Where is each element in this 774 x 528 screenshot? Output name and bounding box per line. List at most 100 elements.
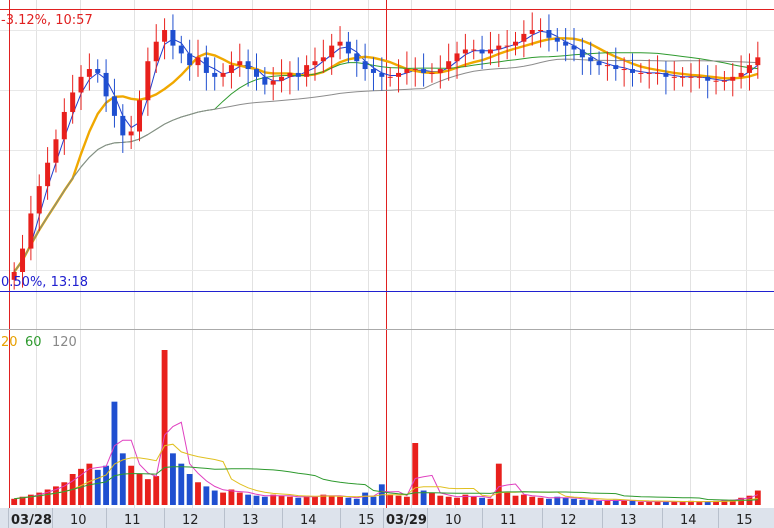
candle-body bbox=[287, 72, 293, 77]
candle-body bbox=[36, 186, 42, 214]
candle-body bbox=[621, 69, 627, 71]
candle-body bbox=[237, 61, 243, 66]
candle-body bbox=[529, 30, 535, 34]
candle-body bbox=[370, 69, 376, 73]
volume-bar bbox=[479, 497, 486, 505]
volume-bar bbox=[186, 474, 193, 505]
volume-bar bbox=[429, 492, 435, 505]
candle-body bbox=[170, 30, 176, 46]
volume-bar bbox=[220, 492, 226, 505]
candle-body bbox=[596, 61, 602, 66]
candle-body bbox=[220, 72, 226, 77]
candle-body bbox=[629, 69, 635, 73]
volume-bar bbox=[520, 494, 527, 505]
candle-body bbox=[86, 69, 92, 77]
candle-body bbox=[429, 72, 435, 74]
volume-bar bbox=[646, 501, 653, 505]
candle-body bbox=[680, 76, 686, 78]
candle-body bbox=[362, 61, 368, 70]
candle-body bbox=[61, 111, 67, 140]
volume-bar bbox=[178, 463, 185, 505]
x-tick-label: 10 bbox=[445, 513, 462, 528]
volume-bar bbox=[136, 474, 143, 505]
candle-body bbox=[345, 41, 351, 54]
candle-body bbox=[730, 76, 736, 81]
volume-bar bbox=[696, 501, 703, 505]
candle-body bbox=[153, 41, 159, 62]
candle-body bbox=[396, 72, 402, 77]
candle-body bbox=[295, 72, 301, 77]
volume-bar bbox=[637, 501, 644, 505]
volume-bar bbox=[754, 490, 761, 505]
volume-bar bbox=[337, 496, 343, 505]
volume-bar bbox=[387, 494, 394, 505]
candle-body bbox=[228, 65, 234, 73]
volume-bar bbox=[295, 497, 302, 505]
x-tick-label: 13 bbox=[620, 513, 637, 528]
volume-legend-60: 60 bbox=[25, 335, 42, 350]
candle-body bbox=[471, 49, 477, 51]
candle-body bbox=[496, 45, 502, 50]
candle-body bbox=[738, 72, 744, 77]
candle-body bbox=[571, 45, 577, 50]
x-tick-label: 11 bbox=[124, 513, 141, 528]
candle-body bbox=[513, 41, 519, 46]
candle-body bbox=[45, 162, 51, 187]
x-tick-label: 15 bbox=[358, 513, 375, 528]
volume-bar bbox=[362, 492, 369, 505]
volume-bar bbox=[546, 498, 552, 505]
volume-bar bbox=[629, 500, 636, 505]
candle-body bbox=[253, 69, 259, 77]
candle-body bbox=[137, 100, 143, 132]
candle-body bbox=[304, 65, 310, 77]
candle-body bbox=[187, 53, 193, 66]
candle-body bbox=[262, 76, 268, 85]
x-tick-label: 14 bbox=[680, 513, 697, 528]
volume-bar bbox=[412, 443, 419, 505]
volume-bar bbox=[245, 494, 252, 505]
candle-body bbox=[95, 69, 101, 73]
x-tick-label: 15 bbox=[736, 513, 753, 528]
volume-bar bbox=[153, 476, 160, 505]
x-tick-label: 11 bbox=[500, 513, 517, 528]
volume-bar bbox=[270, 494, 277, 505]
volume-bar bbox=[621, 500, 628, 505]
candle-body bbox=[663, 72, 669, 77]
candle-body bbox=[579, 49, 585, 58]
volume-bar bbox=[312, 496, 318, 505]
volume-bar bbox=[236, 492, 243, 505]
candle-body bbox=[746, 65, 752, 73]
candle-body bbox=[713, 80, 719, 82]
stock-chart: 03/28 10 11 12 13 14 15 03/29 10 11 12 13 14 15 -3.12… bbox=[0, 0, 774, 528]
candle-body bbox=[203, 57, 209, 73]
candle-body bbox=[312, 61, 318, 66]
volume-bar bbox=[345, 497, 352, 505]
volume-bar bbox=[261, 496, 268, 505]
volume-bar bbox=[403, 496, 410, 505]
high-annotation: -3.12%, 10:57 bbox=[1, 13, 93, 28]
low-annotation: 0.50%, 13:18 bbox=[1, 275, 88, 290]
candle-body bbox=[696, 76, 702, 78]
x-tick-label: 12 bbox=[182, 513, 199, 528]
candle-body bbox=[554, 37, 560, 42]
x-tick-label: 14 bbox=[300, 513, 317, 528]
volume-bar bbox=[579, 499, 586, 505]
volume-bar bbox=[596, 500, 602, 505]
candle-body bbox=[178, 45, 184, 54]
volume-bar bbox=[253, 495, 260, 505]
volume-bar bbox=[353, 498, 360, 505]
candle-body bbox=[120, 115, 126, 136]
candle-body bbox=[53, 139, 59, 163]
candle-body bbox=[462, 49, 468, 54]
volume-bar bbox=[470, 496, 477, 505]
candle-body bbox=[111, 96, 117, 116]
volume-bar bbox=[203, 486, 210, 505]
volume-legend-120: 120 bbox=[52, 335, 77, 350]
candle-body bbox=[103, 72, 109, 97]
volume-bar bbox=[286, 496, 293, 505]
volume-bar bbox=[454, 497, 460, 505]
candle-body bbox=[538, 30, 544, 31]
candle-body bbox=[279, 76, 285, 81]
volume-bar bbox=[671, 501, 678, 505]
volume-bar bbox=[211, 490, 218, 505]
